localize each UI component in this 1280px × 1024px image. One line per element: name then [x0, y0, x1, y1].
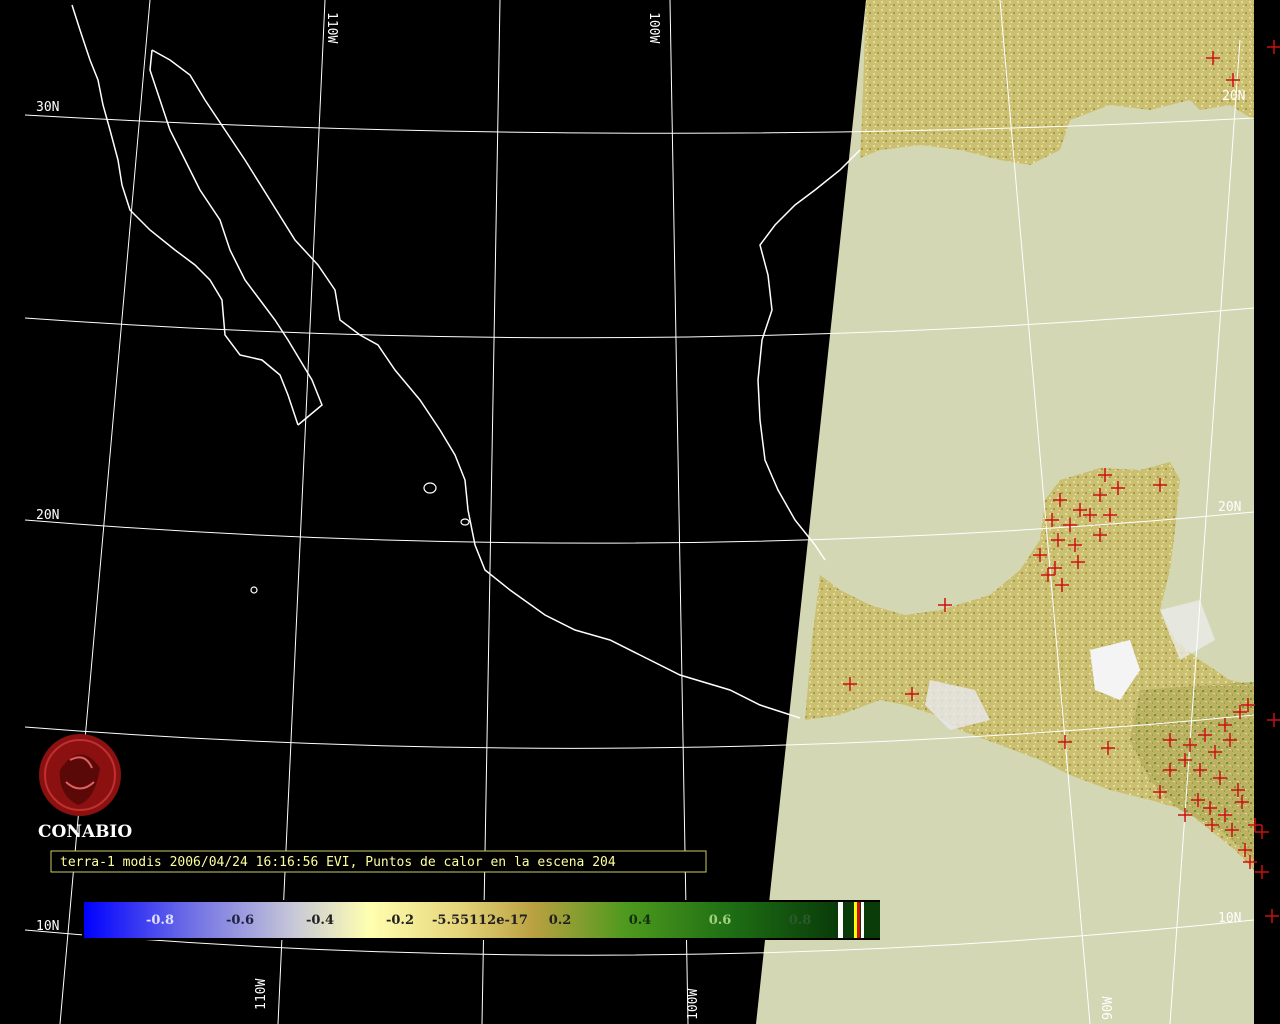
colorbar-tick-label: -0.6 — [226, 913, 254, 928]
lon-label: 90W — [1101, 996, 1116, 1020]
lon-label: 100W — [686, 989, 701, 1020]
colorbar-tick-label: -0.2 — [386, 913, 414, 928]
colorbar-tick-label: -0.8 — [146, 913, 174, 928]
colorbar-tick-label: 0.2 — [549, 913, 572, 928]
lat-label: 20N — [1222, 89, 1245, 104]
colorbar-tick-label: 0.6 — [709, 913, 732, 928]
colorbar-tick-label: 0.8 — [789, 913, 812, 928]
map-canvas: 30N 20N 10N 20N 10N 20N 110W 100W 110W 1… — [24, 0, 1280, 1024]
lon-label: 110W — [254, 979, 269, 1010]
lon-label: 110W — [324, 12, 339, 43]
logo-text: CONABIO — [38, 822, 132, 842]
lon-label: 100W — [646, 12, 661, 43]
map-title: terra-1 modis 2006/04/24 16:16:56 EVI, P… — [60, 855, 616, 870]
lat-label: 10N — [36, 919, 59, 934]
islands — [250, 482, 470, 594]
hotspot-marker — [1267, 40, 1280, 54]
hotspot-marker — [1255, 825, 1269, 839]
colorbar: -0.8 -0.6 -0.4 -0.2 -5.55112e-17 0.2 0.4 0.6 0.8 — [82, 900, 880, 940]
colorbar-tick-label: 0.4 — [629, 913, 652, 928]
lat-label: 30N — [36, 100, 59, 115]
conabio-logo-icon — [39, 734, 121, 816]
colorbar-tick-label: -0.4 — [306, 913, 334, 928]
lat-label: 20N — [36, 508, 59, 523]
lat-label: 10N — [1218, 911, 1241, 926]
hotspot-marker — [1255, 865, 1269, 879]
hotspot-marker — [1267, 713, 1280, 727]
coastline — [71, 4, 861, 719]
colorbar-tick-label: -5.55112e-17 — [432, 913, 528, 928]
map-view: 30N 20N 10N 20N 10N 20N 110W 100W 110W 1… — [0, 0, 1280, 1024]
hotspot-marker — [1265, 909, 1279, 923]
lat-label: 20N — [1218, 500, 1241, 515]
